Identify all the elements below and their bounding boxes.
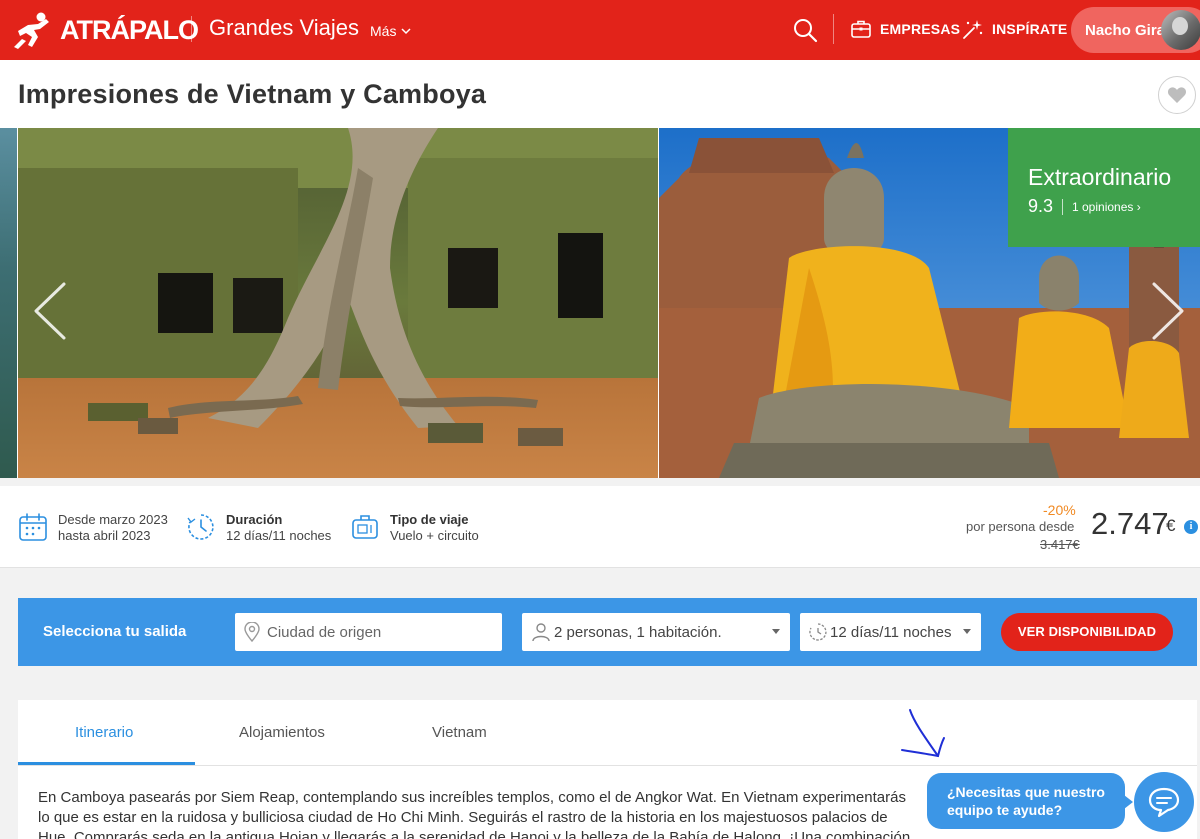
duration-label: Duración [226, 512, 283, 527]
search-panel-label: Selecciona tu salida [43, 623, 187, 640]
chat-button[interactable] [1134, 772, 1194, 832]
inspirate-link[interactable]: INSPÍRATE [962, 18, 1067, 40]
old-price: 3.417€ [1040, 537, 1080, 552]
check-availability-button[interactable]: VER DISPONIBILIDAD [1001, 613, 1173, 651]
tab-bar: Itinerario Alojamientos Vietnam [18, 700, 1197, 766]
atrapalo-logo[interactable]: ATRÁPALO [12, 10, 199, 50]
active-tab-indicator [18, 762, 195, 765]
reviews-link[interactable]: 1 opiniones › [1072, 200, 1141, 214]
tab-alojamientos[interactable]: Alojamientos [239, 724, 325, 741]
help-prompt-line1: ¿Necesitas que nuestro [947, 784, 1105, 800]
avatar [1161, 10, 1200, 50]
next-arrow-icon[interactable] [1148, 280, 1188, 342]
title-bar: Impresiones de Vietnam y Camboya [0, 60, 1200, 128]
clock-icon [809, 623, 827, 641]
top-navigation-bar: ATRÁPALO Grandes Viajes Más EMPRESAS INS… [0, 0, 1200, 60]
section-title[interactable]: Grandes Viajes [209, 15, 359, 41]
rating-separator [1062, 199, 1063, 215]
empresas-label: EMPRESAS [880, 21, 961, 37]
departure-search-panel: Selecciona tu salida 2 personas, 1 habit… [18, 598, 1197, 666]
previous-image-edge [0, 128, 17, 478]
chevron-down-icon [401, 28, 411, 35]
origin-city-input[interactable] [267, 623, 487, 641]
heart-icon [1167, 87, 1187, 103]
caret-down-icon [963, 629, 971, 634]
rating-score: 9.3 [1028, 196, 1054, 216]
person-icon [532, 623, 550, 642]
more-menu[interactable]: Más [370, 23, 411, 39]
duration-select[interactable]: 12 días/11 noches [800, 613, 981, 651]
calendar-icon [19, 513, 47, 541]
currency-symbol: € [1166, 516, 1176, 535]
type-value: Vuelo + circuito [390, 528, 479, 543]
page-title: Impresiones de Vietnam y Camboya [18, 79, 487, 109]
trip-description: En Camboya pasearás por Siem Reap, conte… [38, 789, 911, 839]
logo-wordmark: ATRÁPALO [60, 14, 199, 45]
clock-icon [187, 514, 214, 540]
help-prompt-line2: equipo te ayude? [947, 802, 1063, 818]
previous-arrow-icon[interactable] [30, 280, 70, 342]
trip-dates: Desde marzo 2023 hasta abril 2023 [18, 512, 168, 544]
runner-logo-icon [14, 12, 49, 49]
price: 2.747 [1091, 506, 1169, 541]
location-pin-icon [244, 622, 260, 642]
discount-badge: -20% [1043, 502, 1076, 518]
empresas-link[interactable]: EMPRESAS [850, 18, 960, 40]
header-divider [191, 16, 192, 42]
header-divider [833, 14, 834, 44]
user-name: Nacho Giral [1085, 21, 1170, 39]
trip-type: Tipo de viaje Vuelo + circuito [350, 512, 479, 544]
price-info-icon[interactable]: i [1184, 520, 1198, 534]
favorite-button[interactable] [1158, 76, 1196, 114]
user-menu[interactable]: Nacho Giral [1071, 7, 1200, 53]
chat-bubble-icon [1148, 787, 1180, 818]
duration-value: 12 días/11 noches [226, 528, 332, 543]
tab-vietnam[interactable]: Vietnam [432, 724, 487, 741]
sparkle-wand-icon [963, 20, 983, 39]
dates-to: hasta abril 2023 [58, 528, 151, 543]
tab-itinerario[interactable]: Itinerario [75, 724, 133, 741]
travelers-select[interactable]: 2 personas, 1 habitación. [522, 613, 790, 651]
trip-duration: Duración 12 días/11 noches [186, 512, 331, 544]
angkor-temple-ruins-photo [18, 128, 658, 478]
luggage-icon [352, 515, 378, 539]
photo-gallery: Extraordinario 9.3 1 opiniones › [0, 128, 1200, 478]
type-label: Tipo de viaje [390, 512, 469, 527]
hand-drawn-arrow-icon [901, 709, 945, 758]
rating-label: Extraordinario [1028, 164, 1172, 190]
duration-select-value: 12 días/11 noches [830, 623, 952, 641]
rating-badge[interactable]: Extraordinario 9.3 1 opiniones › [1008, 128, 1200, 247]
briefcase-icon [851, 20, 871, 38]
trip-info-bar: Desde marzo 2023 hasta abril 2023 Duraci… [0, 486, 1200, 568]
origin-city-field[interactable] [235, 613, 502, 651]
search-icon[interactable] [792, 17, 818, 43]
help-prompt-bubble[interactable]: ¿Necesitas que nuestro equipo te ayude? [927, 773, 1133, 829]
per-person-label: por persona desde [966, 519, 1075, 534]
more-menu-label: Más [370, 23, 397, 39]
caret-down-icon [772, 629, 780, 634]
travelers-value: 2 personas, 1 habitación. [554, 623, 722, 641]
inspirate-label: INSPÍRATE [992, 21, 1068, 37]
dates-from: Desde marzo 2023 [58, 512, 168, 527]
